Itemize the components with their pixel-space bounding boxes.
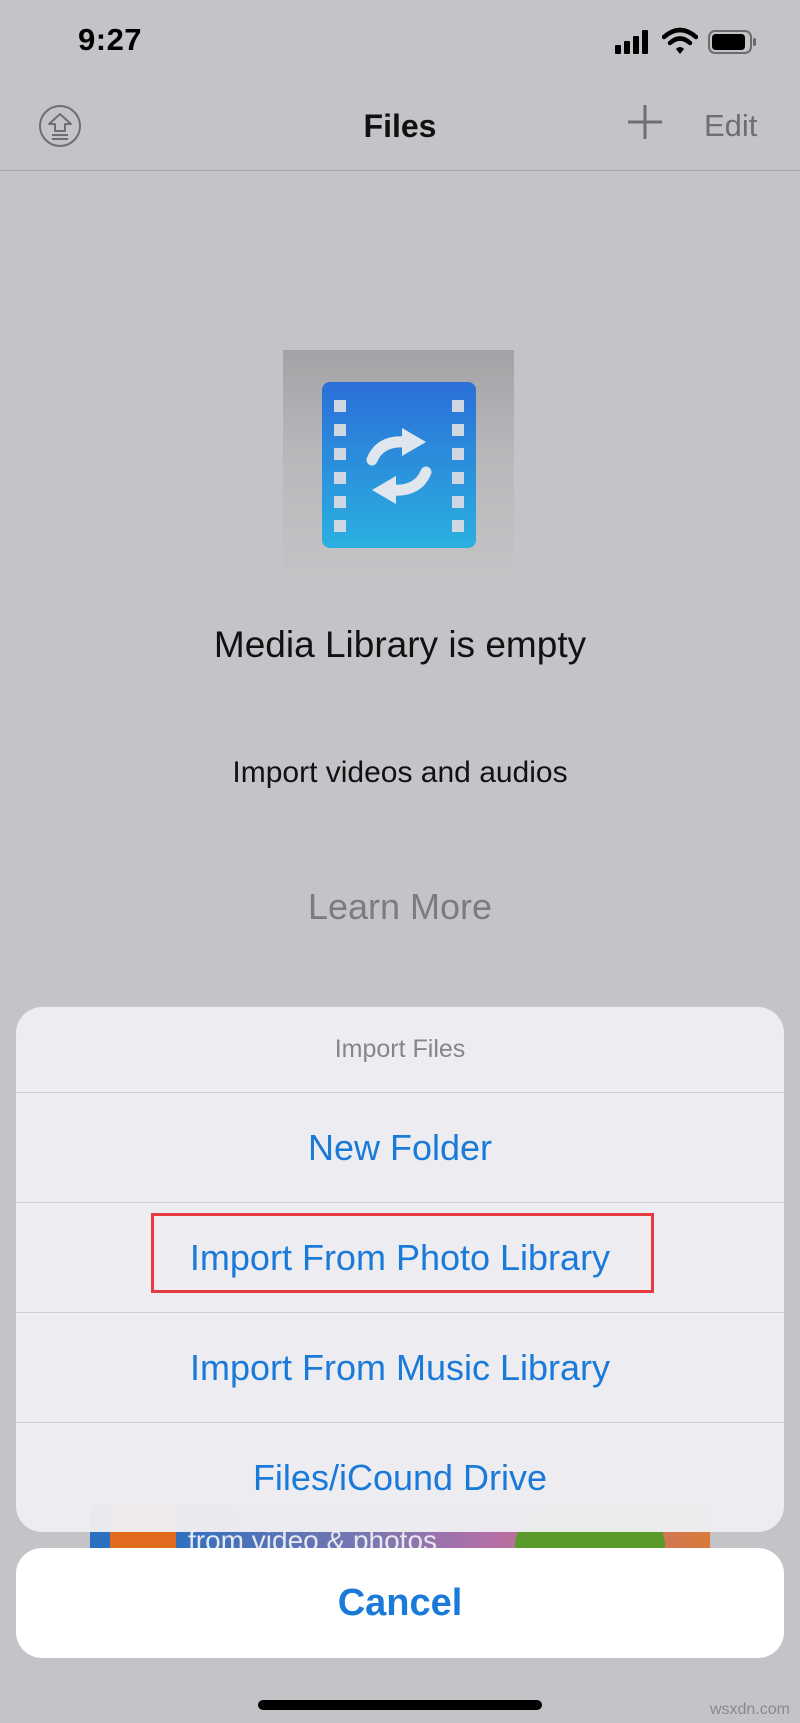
- files-icloud-drive-option[interactable]: Files/iCound Drive: [16, 1422, 784, 1532]
- film-convert-icon: [322, 382, 476, 548]
- empty-state-title: Media Library is empty: [213, 624, 587, 665]
- navigation-bar: Files Edit: [0, 90, 800, 171]
- status-bar: 9:27: [0, 0, 800, 90]
- home-indicator[interactable]: [258, 1700, 542, 1710]
- page-title: Files: [363, 108, 437, 144]
- action-sheet-title: Import Files: [334, 1035, 466, 1063]
- cancel-button[interactable]: Cancel: [16, 1548, 784, 1658]
- learn-more-link[interactable]: Learn More: [0, 886, 800, 928]
- import-action-sheet: Import Files New Folder Import From Phot…: [16, 1007, 784, 1532]
- signal-icon: [615, 30, 653, 54]
- battery-icon: [708, 30, 756, 54]
- new-folder-option[interactable]: New Folder: [16, 1092, 784, 1203]
- empty-state-subtitle: Import videos and audios: [232, 756, 568, 789]
- wifi-icon: [662, 27, 698, 54]
- status-time: 9:27: [78, 22, 143, 57]
- plus-icon[interactable]: [625, 102, 665, 142]
- highlight-box: [151, 1213, 654, 1293]
- watermark: wsxdn.com: [709, 1701, 790, 1718]
- import-music-library-option[interactable]: Import From Music Library: [16, 1312, 784, 1423]
- edit-button[interactable]: Edit: [704, 108, 757, 144]
- app-icon-tile: [283, 350, 514, 580]
